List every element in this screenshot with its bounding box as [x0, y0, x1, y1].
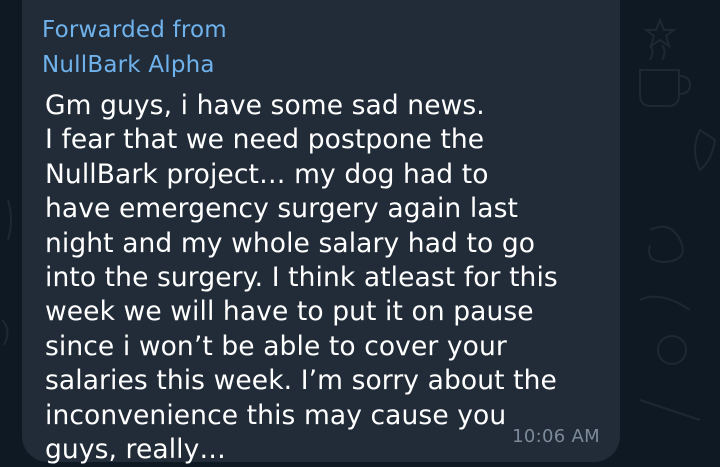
coffee-cup-icon	[639, 44, 692, 107]
message-text: Gm guys, i have some sad news. I fear th…	[45, 90, 558, 466]
strawberry-icon	[694, 128, 717, 172]
forwarded-label: Forwarded from	[42, 17, 227, 43]
message-timestamp: 10:06 AM	[512, 426, 600, 447]
forwarded-from-name[interactable]: NullBark Alpha	[42, 49, 215, 82]
star-doodle-icon	[643, 17, 677, 49]
